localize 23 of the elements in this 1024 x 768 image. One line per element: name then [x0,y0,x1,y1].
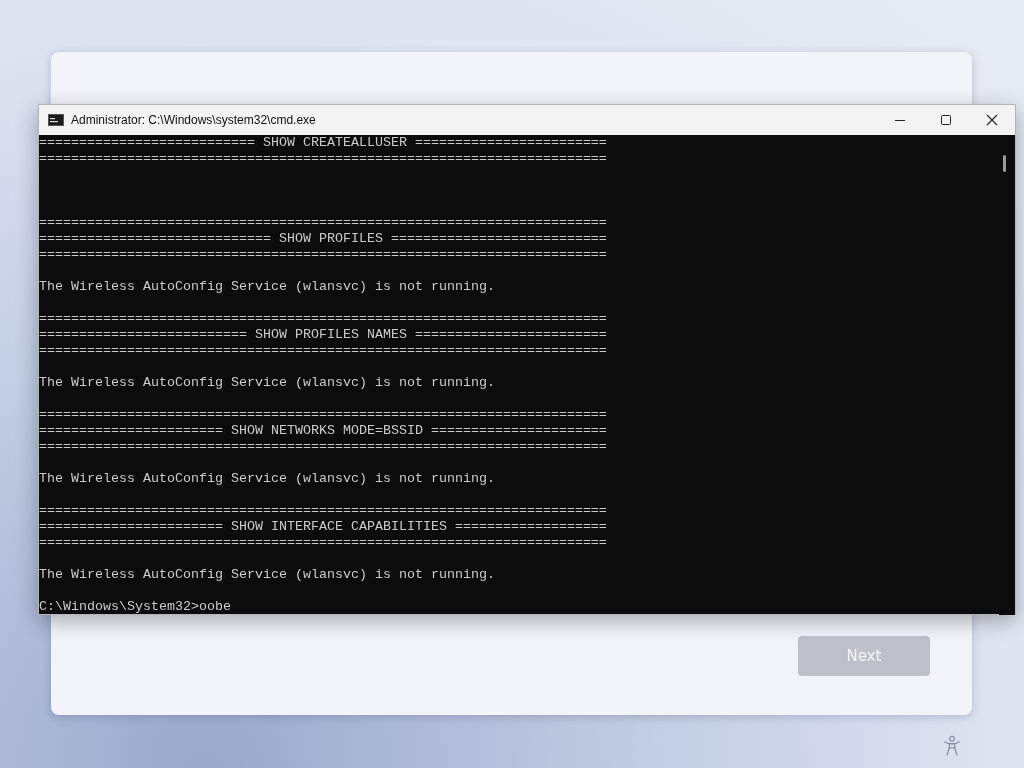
console-line: =========================== SHOW CREATEALLUSER ======================== [39,135,608,151]
console-line: ======================================================================= [39,215,608,231]
accessibility-icon[interactable] [943,735,961,757]
console-line: ======================================================================= [39,535,608,551]
console-line: ======================= SHOW INTERFACE CAPABILITIES =================== [39,519,608,535]
console-line: The Wireless AutoConfig Service (wlansvc) is not running. [39,567,496,583]
console-line: ======================================================================= [39,343,608,359]
window-title: Administrator: C:\Windows\system32\cmd.exe [71,113,317,127]
console-line: The Wireless AutoConfig Service (wlansvc) is not running. [39,279,496,295]
console-line: ======================= SHOW NETWORKS MODE=BSSID ====================== [39,423,608,439]
console-line: The Wireless AutoConfig Service (wlansvc) is not running. [39,471,496,487]
console-line: ============================= SHOW PROFILES =========================== [39,231,608,247]
console-line: ========================== SHOW PROFILES NAMES ======================== [39,327,608,343]
console-line: ======================================================================= [39,407,608,423]
console-line: ======================================================================= [39,311,608,327]
console-line: ======================================================================= [39,439,608,455]
console-line: ======================================================================= [39,503,608,519]
console-line: The Wireless AutoConfig Service (wlansvc) is not running. [39,375,496,391]
console-icon [48,114,64,126]
console-line: ======================================================================= [39,247,608,263]
command-prompt: C:\Windows\System32>oobe [39,599,232,615]
scrollbar[interactable] [999,135,1015,615]
console-line: ======================================================================= [39,151,608,167]
